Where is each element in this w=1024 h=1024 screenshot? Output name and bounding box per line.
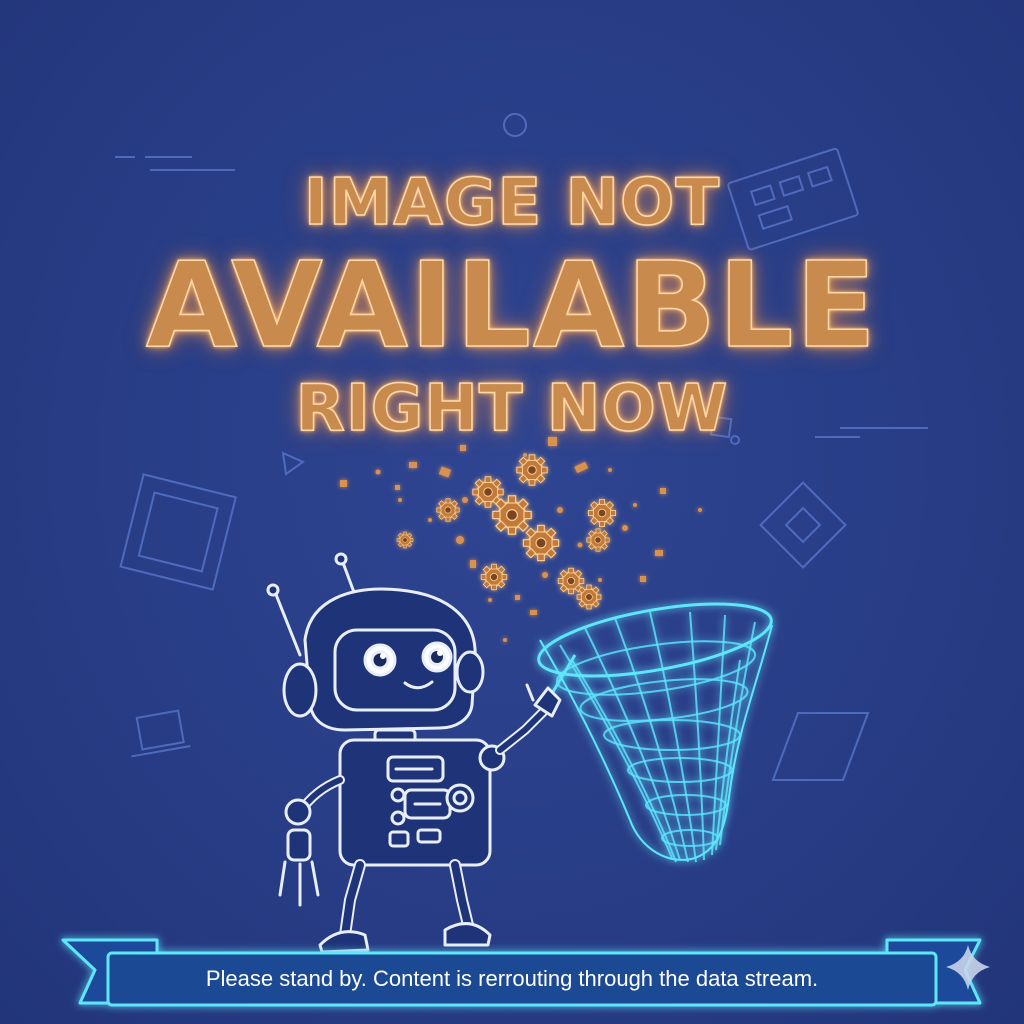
- banner-message: Please stand by. Content is rerrouting t…: [205, 966, 819, 991]
- gear-icon: [491, 494, 533, 536]
- gear-icon: [587, 498, 617, 528]
- illustration: [61, 437, 990, 1007]
- placeholder-page: IMAGE NOT AVAILABLE RIGHT NOW Please sta…: [0, 0, 1024, 1024]
- gear-icon: [586, 528, 610, 552]
- gear-icon: [522, 524, 560, 562]
- wire-net-icon: [537, 602, 773, 863]
- gear-icon: [436, 498, 460, 522]
- robot-illustration: [266, 552, 562, 954]
- gear-icon: [576, 584, 602, 610]
- gear-icon: [516, 454, 548, 486]
- gear-icon: [396, 531, 414, 549]
- gear-icon: [480, 563, 508, 591]
